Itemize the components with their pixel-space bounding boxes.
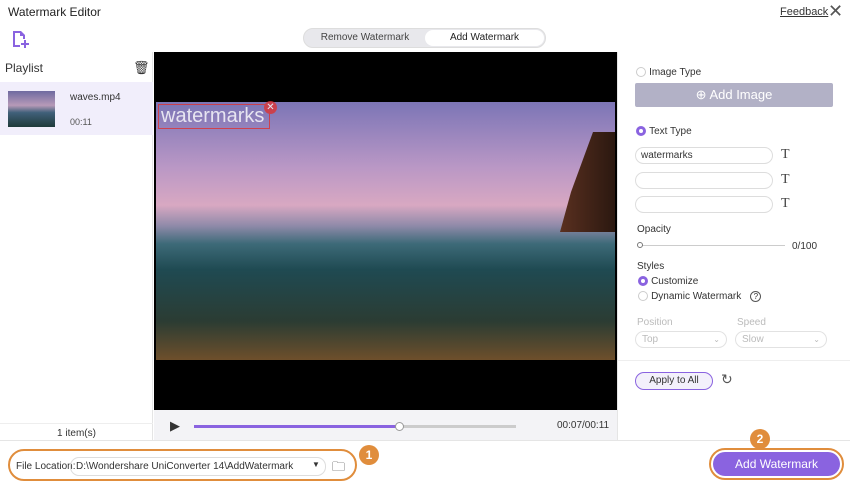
window-title: Watermark Editor [8,5,101,19]
opacity-slider[interactable] [640,245,785,246]
add-image-label: Add Image [709,87,773,102]
tab-add-watermark[interactable]: Add Watermark [425,30,544,46]
customize-label: Customize [651,276,699,287]
remove-watermark-icon[interactable]: ✕ [264,101,277,114]
file-location-input[interactable]: D:\Wondershare UniConverter 14\AddWaterm… [70,457,326,476]
step-badge-2: 2 [750,429,770,449]
watermark-text: watermarks [161,105,265,127]
folder-icon[interactable]: 🗀 [332,458,345,480]
time-display: 00:07/00:11 [557,420,610,431]
text-input-2[interactable] [635,172,773,189]
chevron-down-icon[interactable]: ▼ [312,460,320,469]
seek-bar[interactable] [194,422,516,431]
tab-remove-watermark[interactable]: Remove Watermark [306,30,424,46]
text-input-1[interactable]: watermarks [635,147,773,164]
text-input-3[interactable] [635,196,773,213]
add-image-button[interactable]: ⊕ Add Image [635,83,833,107]
divider [618,360,850,361]
styles-label: Styles [637,261,665,272]
seek-progress [194,425,399,428]
feedback-link[interactable]: Feedback [780,6,828,18]
position-value: Top [642,334,659,345]
seek-handle[interactable] [394,422,404,431]
speed-value: Slow [742,334,764,345]
step-badge-1: 1 [359,445,379,465]
rock [560,132,615,232]
text-style-icon[interactable]: T [781,196,790,212]
mode-switch: Remove Watermark Add Watermark [303,28,546,48]
file-duration: 00:11 [70,117,92,127]
playlist-title: Playlist [5,61,44,75]
file-name: waves.mp4 [70,92,121,103]
dynamic-label: Dynamic Watermark [651,291,742,302]
help-icon[interactable]: ? [750,291,762,302]
add-watermark-button[interactable]: Add Watermark [713,452,840,476]
watermark-overlay[interactable]: watermarks ✕ [158,101,277,129]
playlist-item[interactable]: waves.mp4 00:11 [0,82,153,135]
text-type-radio[interactable]: Text Type [636,125,692,137]
text-style-icon[interactable]: T [781,147,790,163]
opacity-label: Opacity [637,224,671,235]
apply-to-all-button[interactable]: Apply to All [635,372,713,390]
speed-label: Speed [737,317,766,328]
chevron-down-icon: ⌄ [813,335,820,344]
video-preview: watermarks ✕ [154,52,617,410]
text-style-icon[interactable]: T [781,172,790,188]
file-location-label: File Location: [16,461,76,472]
position-select[interactable]: Top ⌄ [635,331,727,348]
image-type-label: Image Type [649,67,702,78]
chevron-down-icon: ⌄ [713,335,720,344]
player-controls: ▶ 00:07/00:11 [154,410,617,440]
bottom-bar: File Location: D:\Wondershare UniConvert… [0,429,850,486]
position-label: Position [637,317,673,328]
dynamic-watermark-radio[interactable]: Dynamic Watermark ? [638,290,762,302]
opacity-value: 0/100 [792,241,818,252]
opacity-handle[interactable] [637,242,643,248]
item-count: 1 item(s) [0,423,153,440]
speed-select[interactable]: Slow ⌄ [735,331,827,348]
refresh-icon[interactable]: ↻ [721,371,733,388]
playlist-panel: Playlist 🗑 waves.mp4 00:11 1 item(s) [0,52,153,440]
video-thumbnail [8,91,55,127]
play-icon[interactable]: ▶ [170,418,180,434]
trash-icon[interactable]: 🗑 [133,60,150,76]
text-type-label: Text Type [649,126,692,137]
image-type-radio[interactable]: Image Type [636,66,701,78]
add-file-icon[interactable] [10,30,30,48]
settings-panel: Image Type ⊕ Add Image Text Type waterma… [617,52,850,440]
customize-radio[interactable]: Customize [638,275,698,287]
close-icon[interactable]: ✕ [828,1,843,22]
video-frame: watermarks ✕ [156,101,615,360]
